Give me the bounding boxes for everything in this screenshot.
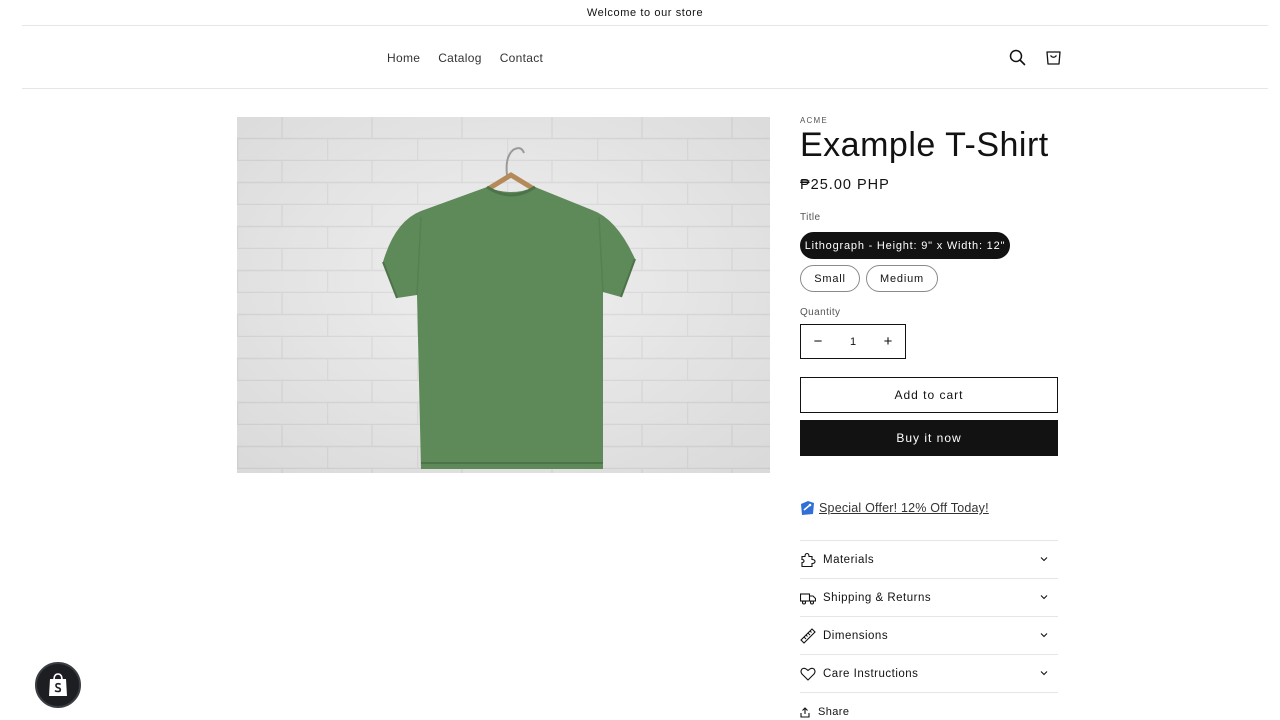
truck-icon: [800, 590, 816, 606]
share-label: Share: [818, 706, 850, 718]
accordion-materials[interactable]: Materials: [800, 541, 1058, 579]
option-label: Title: [800, 212, 821, 223]
chevron-down-icon: [1040, 671, 1048, 676]
accordion-care-label: Care Instructions: [823, 667, 919, 680]
quantity-decrease-button[interactable]: −: [801, 325, 835, 358]
accordion-shipping[interactable]: Shipping & Returns: [800, 579, 1058, 617]
product-vendor: ACME: [800, 116, 828, 125]
option-medium[interactable]: Medium: [866, 265, 938, 292]
cart-icon[interactable]: [1040, 44, 1066, 70]
accordion-care[interactable]: Care Instructions: [800, 655, 1058, 693]
buy-now-button[interactable]: Buy it now: [800, 420, 1058, 456]
header-icons: [1004, 44, 1066, 70]
announcement-text: Welcome to our store: [586, 6, 704, 19]
quantity-increase-button[interactable]: +: [871, 325, 905, 358]
quantity-input[interactable]: [835, 335, 871, 348]
accordion-shipping-label: Shipping & Returns: [823, 591, 932, 604]
nav-item-catalog[interactable]: Catalog: [429, 51, 490, 65]
search-icon[interactable]: [1004, 44, 1030, 70]
quantity-stepper: − +: [800, 324, 906, 359]
add-to-cart-button[interactable]: Add to cart: [800, 377, 1058, 413]
product-accordion: Materials Shipping & Returns Dimensions …: [800, 540, 1058, 693]
chevron-down-icon: [1040, 557, 1048, 562]
chevron-down-icon: [1040, 633, 1048, 638]
product-title: Example T-Shirt: [800, 126, 1049, 164]
site-header: Home Catalog Contact: [22, 26, 1268, 89]
special-offer-link[interactable]: Special Offer! 12% Off Today!: [800, 500, 989, 516]
share-icon: [800, 706, 810, 718]
option-lithograph[interactable]: Lithograph - Height: 9" x Width: 12": [800, 232, 1010, 259]
quantity-label: Quantity: [800, 307, 841, 318]
share-button[interactable]: Share: [800, 706, 849, 718]
special-offer-text: Special Offer! 12% Off Today!: [819, 501, 989, 515]
option-small[interactable]: Small: [800, 265, 860, 292]
accordion-materials-label: Materials: [823, 553, 875, 566]
announcement-bar: Welcome to our store: [22, 0, 1268, 26]
accordion-dimensions-label: Dimensions: [823, 629, 889, 642]
main-nav: Home Catalog Contact: [378, 26, 552, 89]
product-price: ₱25.00 PHP: [800, 177, 890, 193]
chevron-down-icon: [1040, 595, 1048, 600]
shopify-bag-icon[interactable]: [35, 662, 81, 708]
accordion-dimensions[interactable]: Dimensions: [800, 617, 1058, 655]
product-image[interactable]: [237, 117, 770, 473]
nav-item-home[interactable]: Home: [378, 51, 429, 65]
offer-tag-icon: [801, 501, 814, 515]
heart-icon: [800, 666, 816, 682]
ruler-icon: [800, 627, 816, 644]
puzzle-icon: [800, 552, 816, 568]
nav-item-contact[interactable]: Contact: [491, 51, 552, 65]
